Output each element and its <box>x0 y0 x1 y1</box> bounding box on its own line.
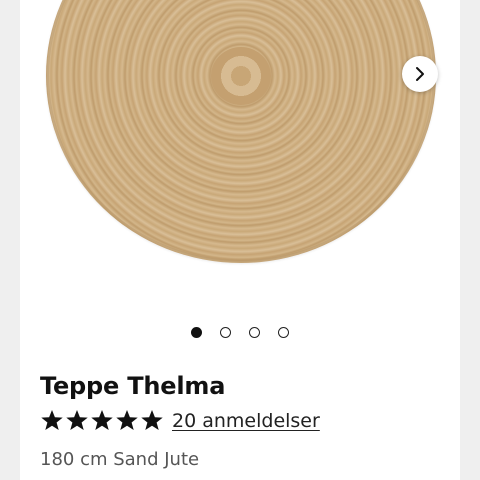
chevron-right-icon <box>416 67 424 81</box>
product-image <box>46 0 436 263</box>
next-image-button[interactable] <box>402 56 438 92</box>
star-icon <box>116 410 138 430</box>
product-image-carousel[interactable] <box>20 0 460 305</box>
carousel-dot-4[interactable] <box>278 327 289 338</box>
star-icon <box>141 410 163 430</box>
reviews-link[interactable]: 20 anmeldelser <box>172 410 320 432</box>
product-title: Teppe Thelma <box>40 372 226 400</box>
star-rating <box>40 409 164 432</box>
carousel-dot-1[interactable] <box>191 327 202 338</box>
product-variant: 180 cm Sand Jute <box>40 449 200 470</box>
carousel-pagination <box>20 327 460 338</box>
rating-row: 20 anmeldelser <box>40 409 320 432</box>
product-card: Teppe Thelma 20 anmeldelser 180 cm Sand … <box>20 0 460 480</box>
star-icon <box>66 410 88 430</box>
star-icon <box>41 410 63 430</box>
carousel-dot-2[interactable] <box>220 327 231 338</box>
carousel-dot-3[interactable] <box>249 327 260 338</box>
star-icon <box>91 410 113 430</box>
